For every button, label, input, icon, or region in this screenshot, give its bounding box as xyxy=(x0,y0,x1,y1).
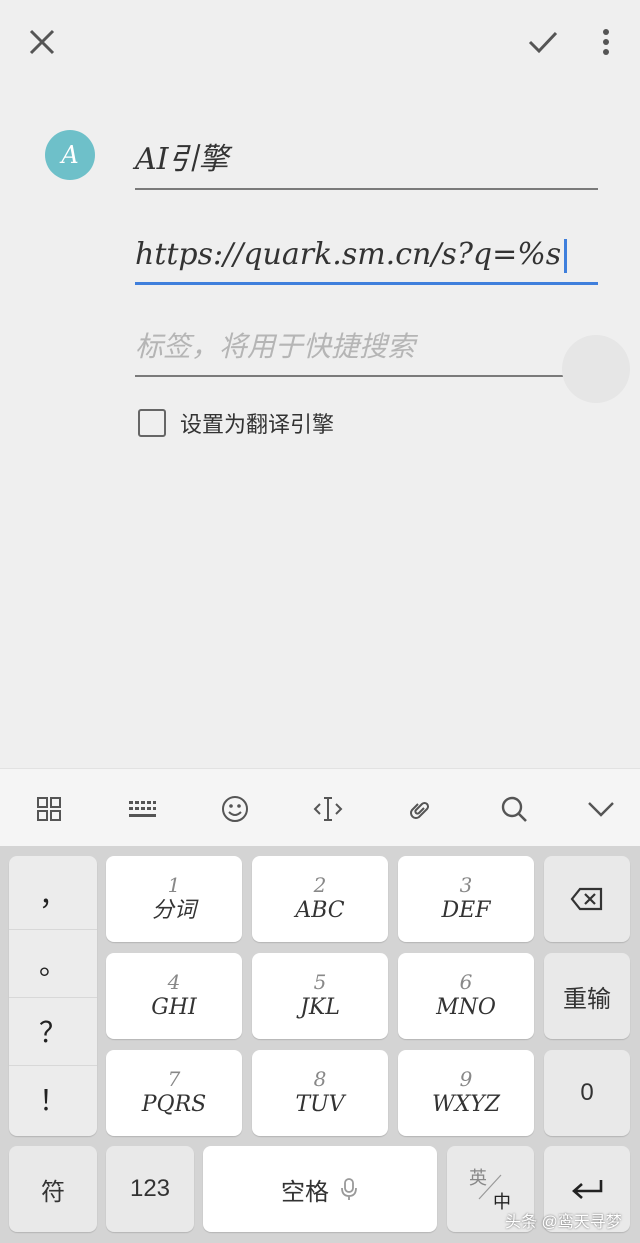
hide-keyboard-button[interactable] xyxy=(581,789,621,829)
top-bar xyxy=(0,0,640,84)
key-letters: JKL xyxy=(300,995,340,1020)
punctuation-column: ， 。 ？ ！ xyxy=(9,856,97,1136)
punct-question[interactable]: ？ xyxy=(9,997,97,1064)
grid-icon xyxy=(37,797,61,821)
numbers-label: 123 xyxy=(129,1175,171,1202)
tags-field[interactable]: 标签，将用于快捷搜索 xyxy=(135,305,598,377)
enter-icon xyxy=(572,1180,603,1199)
more-vertical-icon xyxy=(603,29,609,55)
keyboard-icon xyxy=(129,801,156,817)
punct-exclaim[interactable]: ！ xyxy=(9,1065,97,1132)
backspace-key[interactable] xyxy=(544,856,630,942)
key-7[interactable]: 7 PQRS xyxy=(106,1050,242,1136)
key-4[interactable]: 4 GHI xyxy=(106,953,242,1039)
emoji-button[interactable] xyxy=(215,789,255,829)
key-2[interactable]: 2 ABC xyxy=(252,856,388,942)
key-number: 1 xyxy=(167,873,181,897)
url-value-wrap: https://quark.sm.cn/s?q=%s xyxy=(135,237,568,273)
key-5[interactable]: 5 JKL xyxy=(252,953,388,1039)
confirm-button[interactable] xyxy=(519,18,567,66)
zero-key[interactable]: 0 xyxy=(544,1050,630,1136)
translate-checkbox[interactable] xyxy=(138,409,166,437)
symbol-key[interactable]: 符 xyxy=(9,1146,97,1232)
clipboard-icon xyxy=(410,801,430,819)
avatar-letter: A xyxy=(61,141,79,169)
emoji-icon xyxy=(222,796,248,822)
translate-checkbox-label: 设置为翻译引擎 xyxy=(180,413,335,438)
watermark: 头条 @鸾天寻梦 xyxy=(505,1214,622,1231)
punct-period[interactable]: 。 xyxy=(9,929,97,996)
key-letters: 分词 xyxy=(151,898,196,923)
key-letters: WXYZ xyxy=(431,1092,501,1117)
key-letters: MNO xyxy=(436,995,496,1020)
microphone-icon xyxy=(341,1178,357,1200)
symbol-label: 符 xyxy=(41,1178,65,1206)
key-number: 4 xyxy=(167,970,181,994)
name-underline xyxy=(135,188,598,190)
translate-option[interactable]: 设置为翻译引擎 xyxy=(138,406,334,440)
name-value: AI引擎 xyxy=(135,142,229,177)
reinput-label: 重输 xyxy=(563,985,611,1013)
close-button[interactable] xyxy=(18,18,66,66)
backspace-icon xyxy=(570,887,603,911)
key-number: 9 xyxy=(459,1067,473,1091)
space-key[interactable]: 空格 xyxy=(203,1146,437,1232)
key-letters: GHI xyxy=(151,995,197,1020)
key-letters: ABC xyxy=(295,898,345,923)
search-icon xyxy=(501,796,527,822)
clipboard-button[interactable] xyxy=(401,789,441,829)
key-number: 8 xyxy=(313,1067,327,1091)
url-value: https://quark.sm.cn/s?q=%s xyxy=(135,237,562,272)
url-field[interactable]: https://quark.sm.cn/s?q=%s xyxy=(135,210,598,285)
key-3[interactable]: 3 DEF xyxy=(398,856,534,942)
t9-keyboard: ， 。 ？ ！ 1 分词 2 ABC 3 DEF 4 GHI 5 JKL 6 M… xyxy=(0,846,640,1243)
tags-underline xyxy=(135,375,598,377)
punct-comma[interactable]: ， xyxy=(9,861,97,927)
grid-button[interactable] xyxy=(29,789,69,829)
search-button[interactable] xyxy=(494,789,534,829)
key-letters: PQRS xyxy=(141,1092,207,1117)
key-letters: TUV xyxy=(295,1092,345,1117)
key-8[interactable]: 8 TUV xyxy=(252,1050,388,1136)
zero-label: 0 xyxy=(580,1079,594,1106)
cursor-icon xyxy=(313,797,343,821)
cursor-button[interactable] xyxy=(308,789,348,829)
key-number: 5 xyxy=(313,970,327,994)
engine-avatar: A xyxy=(45,130,95,180)
space-label: 空格 xyxy=(281,1178,329,1206)
keyboard-switch-button[interactable] xyxy=(122,789,162,829)
text-caret xyxy=(564,239,568,273)
key-number: 6 xyxy=(459,970,473,994)
chevron-down-icon xyxy=(588,802,614,817)
keyboard-toolbar xyxy=(0,768,640,847)
key-9[interactable]: 9 WXYZ xyxy=(398,1050,534,1136)
more-button[interactable] xyxy=(582,18,630,66)
close-icon xyxy=(29,29,55,55)
numbers-key[interactable]: 123 xyxy=(106,1146,194,1232)
floating-touch-indicator xyxy=(562,335,630,403)
check-icon xyxy=(528,31,558,54)
key-number: 2 xyxy=(313,873,327,897)
key-number: 7 xyxy=(167,1067,181,1091)
key-number: 3 xyxy=(459,873,473,897)
url-underline xyxy=(135,282,598,285)
reinput-key[interactable]: 重输 xyxy=(544,953,630,1039)
tags-placeholder: 标签，将用于快捷搜索 xyxy=(135,330,416,363)
key-1[interactable]: 1 分词 xyxy=(106,856,242,942)
key-6[interactable]: 6 MNO xyxy=(398,953,534,1039)
name-field[interactable]: AI引擎 xyxy=(135,120,598,190)
key-letters: DEF xyxy=(441,898,491,923)
